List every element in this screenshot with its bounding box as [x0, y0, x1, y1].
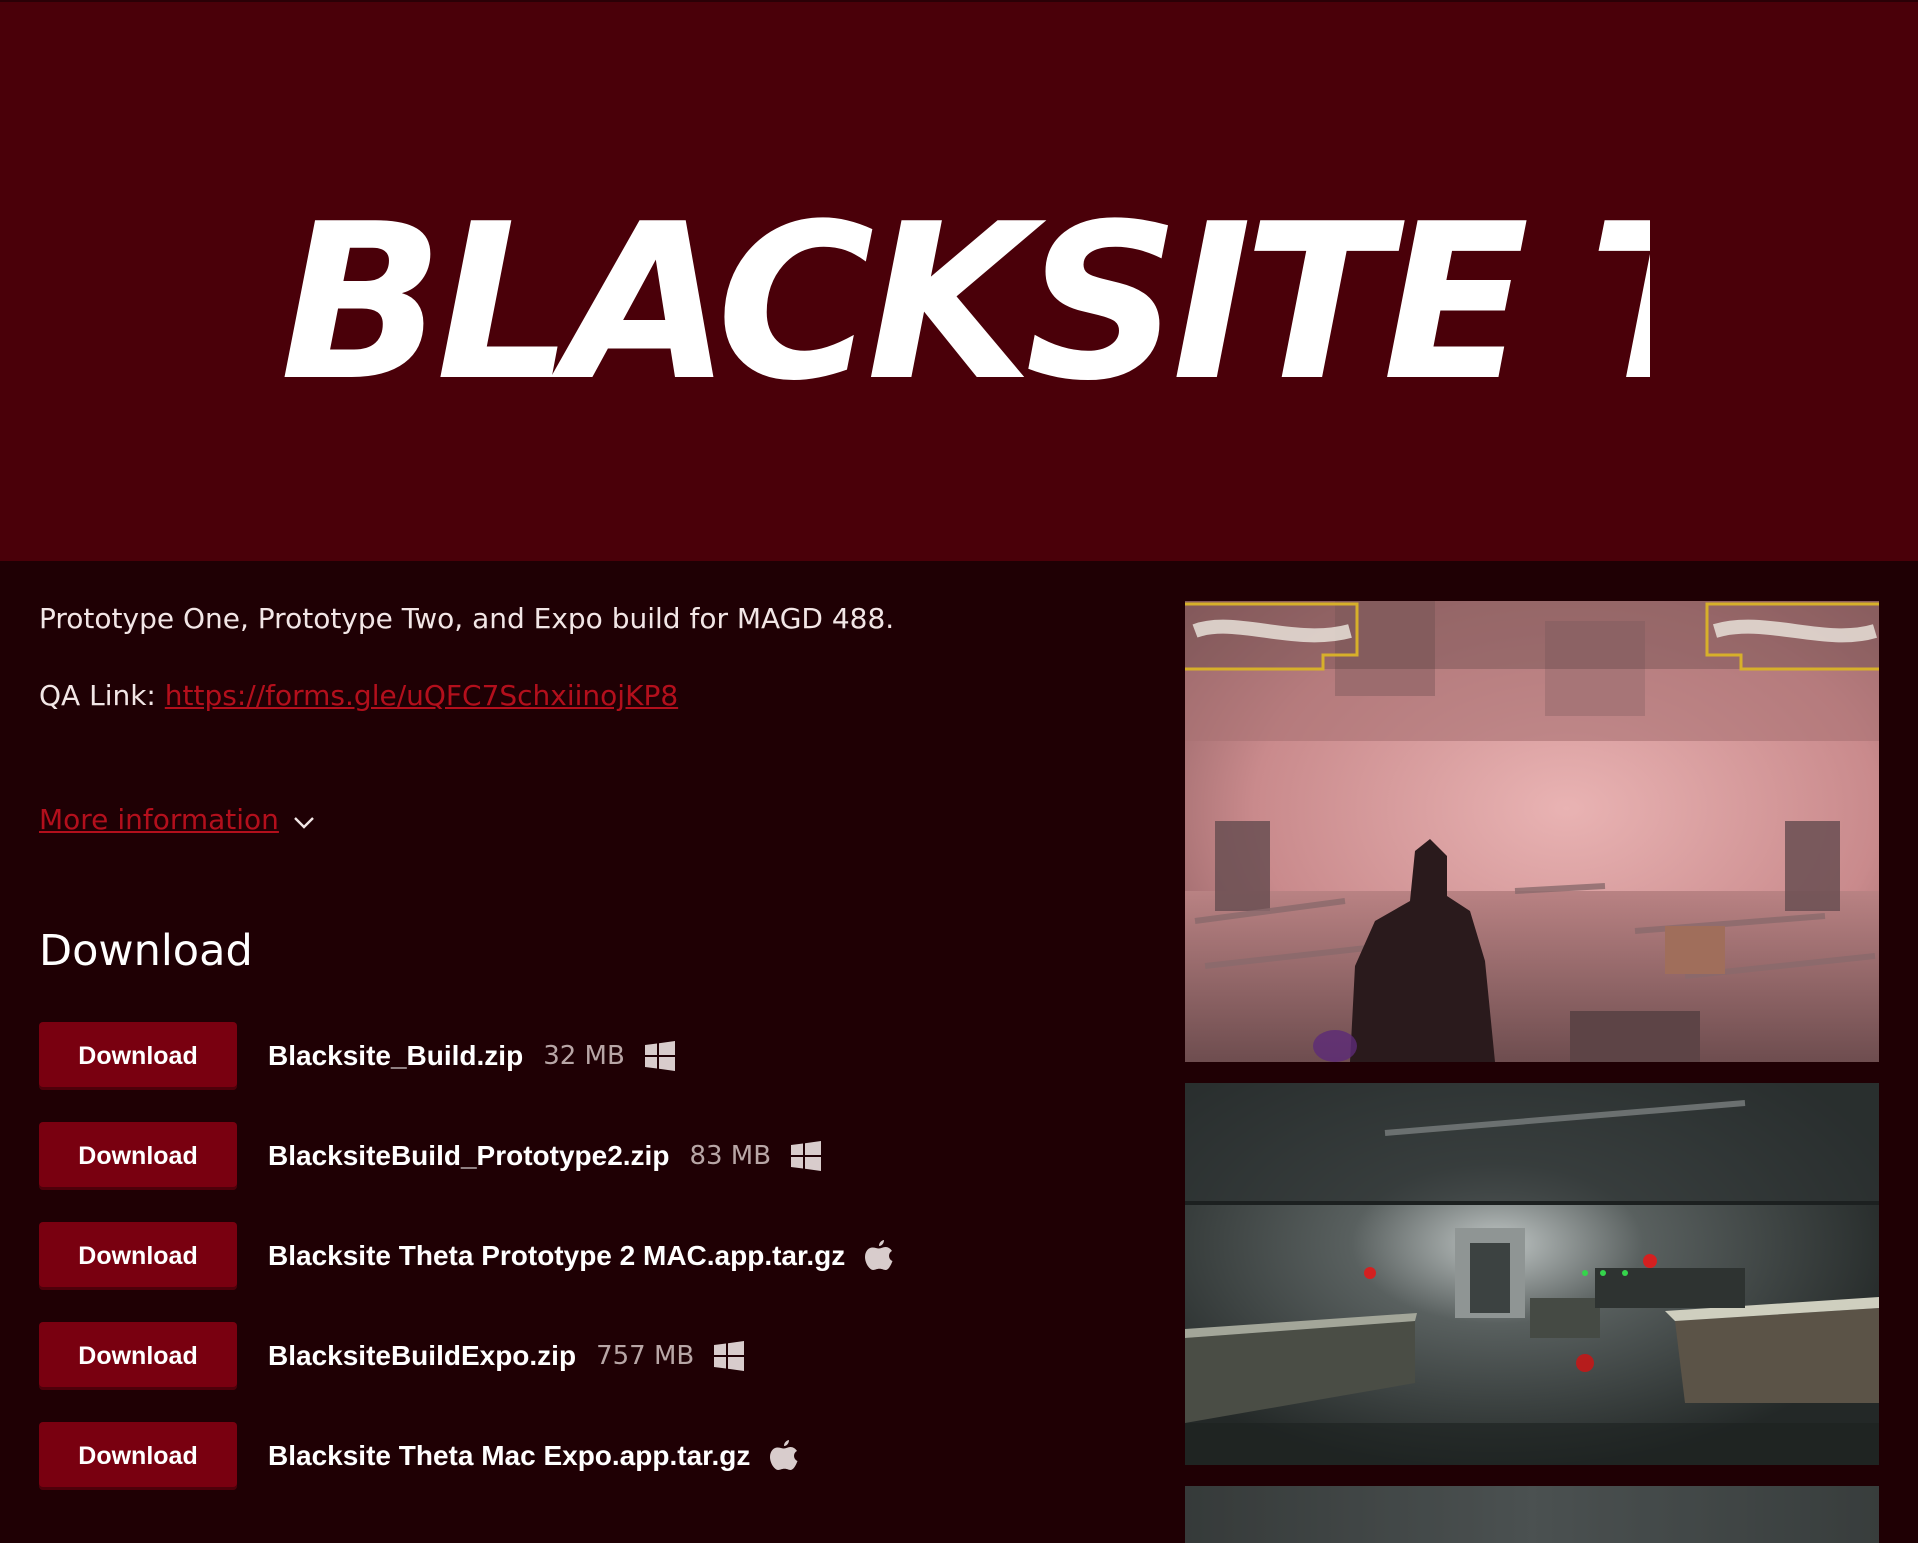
apple-icon: [770, 1439, 798, 1473]
file-name: Blacksite Theta Mac Expo.app.tar.gz: [268, 1440, 751, 1471]
download-button[interactable]: Download: [39, 1422, 237, 1490]
game-logo-text: BLACKSITE THETA: [280, 177, 1650, 428]
description-text: Prototype One, Prototype Two, and Expo b…: [39, 602, 895, 635]
download-button[interactable]: Download: [39, 1022, 237, 1090]
windows-icon: [714, 1341, 745, 1371]
download-row: Download BlacksiteBuild_Prototype2.zip 8…: [39, 1122, 822, 1190]
more-information-label[interactable]: More information: [39, 803, 279, 836]
qa-link[interactable]: https://forms.gle/uQFC7SchxiinojKP8: [165, 679, 678, 712]
file-name: Blacksite Theta Prototype 2 MAC.app.tar.…: [268, 1240, 846, 1271]
file-name: Blacksite_Build.zip: [268, 1040, 524, 1071]
download-button[interactable]: Download: [39, 1122, 237, 1190]
screenshot-2[interactable]: [1185, 1083, 1879, 1465]
download-heading: Download: [39, 926, 253, 976]
qa-line: QA Link: https://forms.gle/uQFC7Schxiino…: [39, 679, 678, 712]
file-size: 757 MB: [596, 1341, 695, 1371]
screenshot-1[interactable]: [1185, 601, 1879, 1062]
download-row: Download Blacksite Theta Mac Expo.app.ta…: [39, 1422, 798, 1490]
qa-label: QA Link:: [39, 679, 165, 712]
file-name: BlacksiteBuildExpo.zip: [268, 1340, 577, 1371]
game-logo: BLACKSITE THETA: [280, 177, 1650, 428]
download-row: Download BlacksiteBuildExpo.zip 757 MB: [39, 1322, 745, 1390]
file-size: 83 MB: [689, 1141, 772, 1171]
download-row: Download Blacksite_Build.zip 32 MB: [39, 1022, 675, 1090]
game-page: BLACKSITE THETA Prototype One, Prototype…: [0, 0, 1918, 1543]
download-button[interactable]: Download: [39, 1222, 237, 1290]
file-name: BlacksiteBuild_Prototype2.zip: [268, 1140, 670, 1171]
apple-icon: [865, 1239, 893, 1273]
file-size: 32 MB: [543, 1041, 625, 1071]
chevron-down-icon[interactable]: [293, 816, 315, 830]
banner: BLACKSITE THETA: [0, 0, 1918, 561]
download-button[interactable]: Download: [39, 1322, 237, 1390]
windows-icon: [644, 1041, 675, 1071]
screenshot-3[interactable]: [1185, 1486, 1879, 1543]
windows-icon: [791, 1141, 822, 1171]
more-information-toggle[interactable]: More information: [39, 803, 315, 836]
download-row: Download Blacksite Theta Prototype 2 MAC…: [39, 1222, 893, 1290]
